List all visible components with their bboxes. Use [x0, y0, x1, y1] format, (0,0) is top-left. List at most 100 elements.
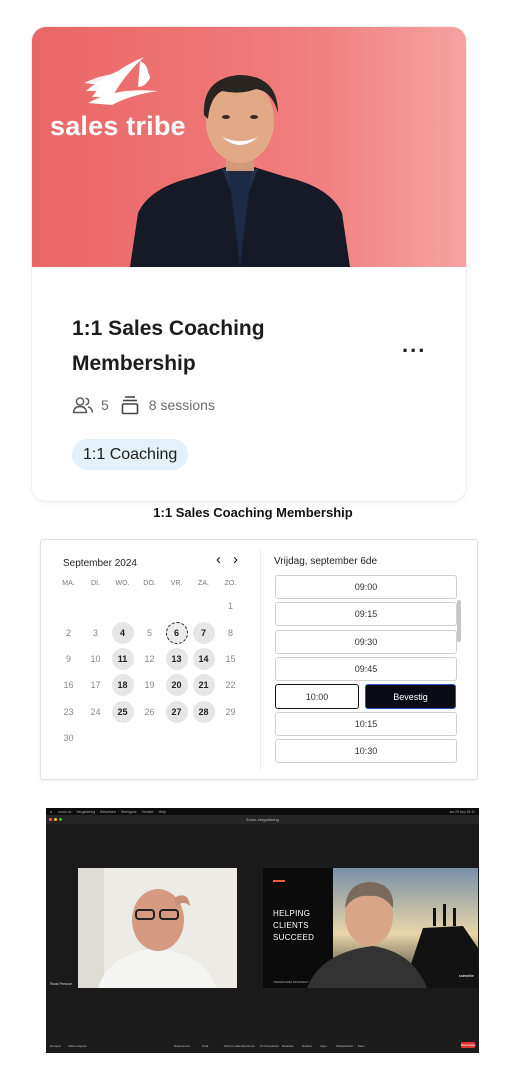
calendar-day[interactable]: 11 — [109, 646, 136, 672]
zoom-toolbar-button[interactable]: Apps — [320, 1044, 327, 1048]
coach-portrait-image — [130, 75, 350, 267]
zoom-window-titlebar: Zoom-vergadering — [46, 815, 479, 824]
maximize-window-icon[interactable] — [59, 818, 62, 821]
course-card[interactable]: sales tribe 1:1 Sales Coaching Membershi… — [32, 27, 466, 501]
member-count: 5 — [101, 397, 109, 413]
calendar-day-label: 19 — [144, 680, 155, 691]
month-label: September 2024 — [63, 558, 137, 569]
next-month-button[interactable]: › — [233, 551, 238, 568]
calendar-day: 16 — [55, 672, 82, 698]
mac-menu-item[interactable]: Bewerken — [100, 810, 116, 814]
time-slot[interactable]: 09:30 — [275, 629, 457, 654]
zoom-toolbar-button[interactable]: Chat — [202, 1044, 208, 1048]
calendar-day-label: 25 — [111, 700, 134, 723]
time-slot[interactable]: 09:45 — [275, 656, 457, 681]
calendar-day-label: 13 — [165, 647, 188, 670]
weekday-label: DI. — [91, 580, 100, 587]
calendar-day: 26 — [136, 699, 163, 725]
calendar-day[interactable]: 14 — [190, 646, 217, 672]
time-slot[interactable]: 10:15 — [275, 712, 457, 737]
calendar-day[interactable]: 13 — [163, 646, 190, 672]
time-slot[interactable]: 10:30 — [275, 739, 457, 764]
time-slot[interactable]: 09:00 — [275, 575, 457, 599]
calendar-day: 2 — [55, 619, 82, 645]
calendar-day-label: 7 — [192, 621, 215, 644]
calendar-day[interactable]: 21 — [190, 672, 217, 698]
calendar-empty-cell — [136, 593, 163, 619]
calendar-day: 9 — [55, 646, 82, 672]
zoom-toolbar-button[interactable]: Opnemen — [242, 1044, 255, 1048]
more-options-button[interactable]: ... — [402, 332, 426, 358]
calendar-day-label: 9 — [65, 653, 71, 664]
apple-icon: ● — [50, 809, 53, 814]
mac-menu-item[interactable]: Venster — [142, 810, 154, 814]
calendar-day[interactable]: 25 — [109, 699, 136, 725]
time-slot-list: 09:00 09:15 09:30 09:45 10:00 Bevestig 10:1… — [275, 575, 457, 767]
zoom-meeting-screenshot: ● zoom.us Vergadering Bewerken Weergave Vens… — [46, 808, 479, 1053]
calendar-day-label: 27 — [165, 700, 188, 723]
menu-bar-clock: wo 25 sep 15:11 — [449, 809, 475, 814]
course-category-tag: 1:1 Coaching — [72, 439, 189, 470]
calendar-day[interactable]: 20 — [163, 672, 190, 698]
calendar-day: 10 — [82, 646, 109, 672]
zoom-toolbar-button[interactable]: Meer — [358, 1044, 365, 1048]
zoom-toolbar-button[interactable]: Notities — [302, 1044, 312, 1048]
calendar-day-label: 12 — [144, 653, 155, 664]
calendar-day: 30 — [55, 725, 82, 751]
prev-month-button[interactable]: ‹ — [216, 551, 221, 568]
weekday-label: ZO. — [224, 580, 237, 587]
selected-slot-row: 10:00 Bevestig — [275, 684, 457, 710]
calendar-day[interactable]: 28 — [190, 699, 217, 725]
zoom-toolbar-button[interactable]: Reacties — [282, 1044, 294, 1048]
window-controls[interactable] — [49, 818, 62, 821]
calendar-day-label: 3 — [92, 627, 98, 638]
weekday-label: WO. — [115, 580, 130, 587]
calendar-day[interactable]: 7 — [190, 619, 217, 645]
mac-menu-item[interactable]: Vergadering — [76, 810, 95, 814]
calendar-day[interactable]: 18 — [109, 672, 136, 698]
calendar-day[interactable]: 4 — [109, 619, 136, 645]
calendar-day-label: 16 — [63, 680, 74, 691]
calendar-empty-cell — [109, 593, 136, 619]
calendar-day: 5 — [136, 619, 163, 645]
mac-menu-item[interactable]: Weergave — [121, 810, 137, 814]
calendar-day: 3 — [82, 619, 109, 645]
calendar-day-selected[interactable]: 6 — [163, 619, 190, 645]
shared-screen-video[interactable]: HELPING CLIENTS SUCCEED TRANSFORM STRATE… — [263, 868, 478, 988]
zoom-toolbar-button[interactable]: AI Companion — [260, 1044, 279, 1048]
calendar-day: 24 — [82, 699, 109, 725]
mac-menu-item[interactable]: Help — [159, 810, 166, 814]
mac-menu-item[interactable]: zoom.us — [58, 810, 71, 814]
calendar-day-label: 4 — [111, 621, 134, 644]
slide-headline: HELPING CLIENTS SUCCEED — [273, 909, 315, 942]
zoom-toolbar-button[interactable]: Deelnemers — [174, 1044, 190, 1048]
calendar-day[interactable]: 27 — [163, 699, 190, 725]
calendar-day: 12 — [136, 646, 163, 672]
zoom-toolbar-button[interactable]: Scherm delen — [224, 1044, 243, 1048]
zoom-toolbar: Dempen Video stoppen Deelnemers Chat Scherm … — [46, 1039, 479, 1053]
booking-heading: 1:1 Sales Coaching Membership — [153, 505, 353, 520]
calendar-empty-cell — [190, 593, 217, 619]
calendar-day: 19 — [136, 672, 163, 698]
participant-name-left: Rood Persoon — [50, 982, 73, 986]
time-slot-selected[interactable]: 10:00 — [275, 684, 359, 710]
confirm-button[interactable]: Bevestig — [365, 684, 456, 710]
calendar-day-label: 1 — [227, 601, 233, 612]
participant-video-left[interactable] — [78, 868, 237, 988]
weekday-label: ZA. — [198, 580, 209, 587]
calendar-empty-cell — [55, 593, 82, 619]
time-slot[interactable]: 09:15 — [275, 602, 457, 627]
end-meeting-button[interactable]: Beëindigen — [461, 1042, 476, 1048]
slide-logo: salestribe — [459, 974, 474, 978]
slot-list-scrollbar[interactable] — [457, 600, 461, 642]
weekday-label: VR. — [170, 580, 183, 587]
calendar-day-label: 22 — [225, 680, 236, 691]
zoom-toolbar-button[interactable]: Dempen — [50, 1044, 61, 1048]
zoom-toolbar-button[interactable]: Video stoppen — [68, 1044, 87, 1048]
calendar-day-label: 10 — [90, 653, 101, 664]
close-window-icon[interactable] — [49, 818, 52, 821]
calendar-day-label: 30 — [63, 733, 74, 744]
zoom-toolbar-button[interactable]: Whiteboards — [336, 1044, 353, 1048]
participant-left-image — [78, 868, 237, 988]
minimize-window-icon[interactable] — [54, 818, 57, 821]
